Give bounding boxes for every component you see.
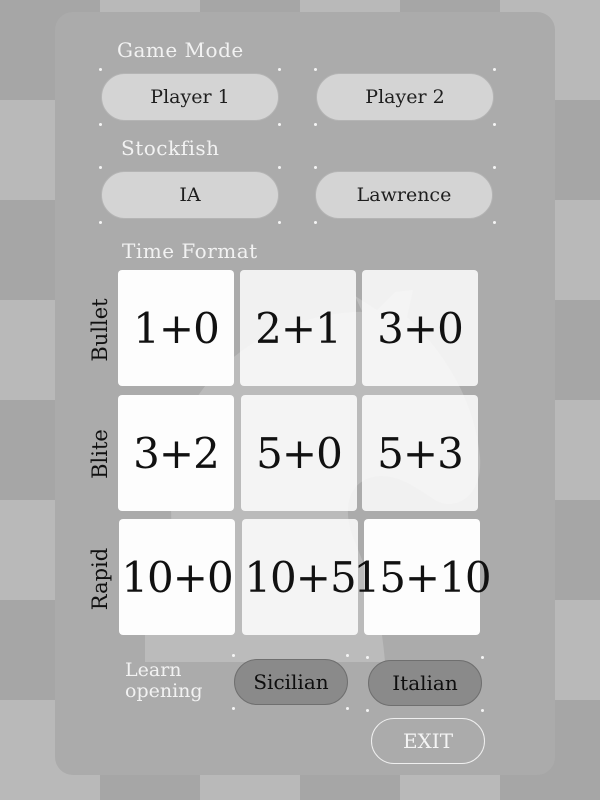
player2-button[interactable]: Player 2: [316, 73, 494, 121]
time-format-heading: Time Format: [122, 239, 258, 263]
player1-button[interactable]: Player 1: [101, 73, 279, 121]
learn-opening-label: Learn opening: [125, 660, 203, 702]
game-mode-heading: Game Mode: [117, 38, 244, 62]
time-option-tile[interactable]: 3+0: [362, 270, 478, 386]
time-option-tile[interactable]: 2+1: [240, 270, 356, 386]
time-option-tile[interactable]: 5+0: [241, 395, 357, 511]
learn-opening-line1: Learn: [125, 659, 182, 681]
stockfish-heading: Stockfish: [121, 136, 220, 160]
menu-panel: Game Mode Player 1 Player 2 Stockfish IA…: [55, 12, 555, 775]
sicilian-button[interactable]: Sicilian: [234, 659, 348, 705]
time-option-tile[interactable]: 5+3: [362, 395, 478, 511]
exit-button[interactable]: EXIT: [371, 718, 485, 764]
time-option-tile[interactable]: 10+0: [119, 519, 235, 635]
time-option-tile[interactable]: 3+2: [118, 395, 234, 511]
learn-opening-line2: opening: [125, 680, 203, 702]
ia-button[interactable]: IA: [101, 171, 279, 219]
time-option-tile[interactable]: 1+0: [118, 270, 234, 386]
time-option-tile[interactable]: 15+10: [353, 519, 492, 635]
lawrence-button[interactable]: Lawrence: [315, 171, 493, 219]
italian-button[interactable]: Italian: [368, 660, 482, 706]
time-option-tile[interactable]: 10+5: [242, 519, 358, 635]
row-label-blite: Blite: [88, 429, 112, 479]
row-label-rapid: Rapid: [88, 547, 112, 611]
row-label-bullet: Bullet: [88, 298, 112, 362]
